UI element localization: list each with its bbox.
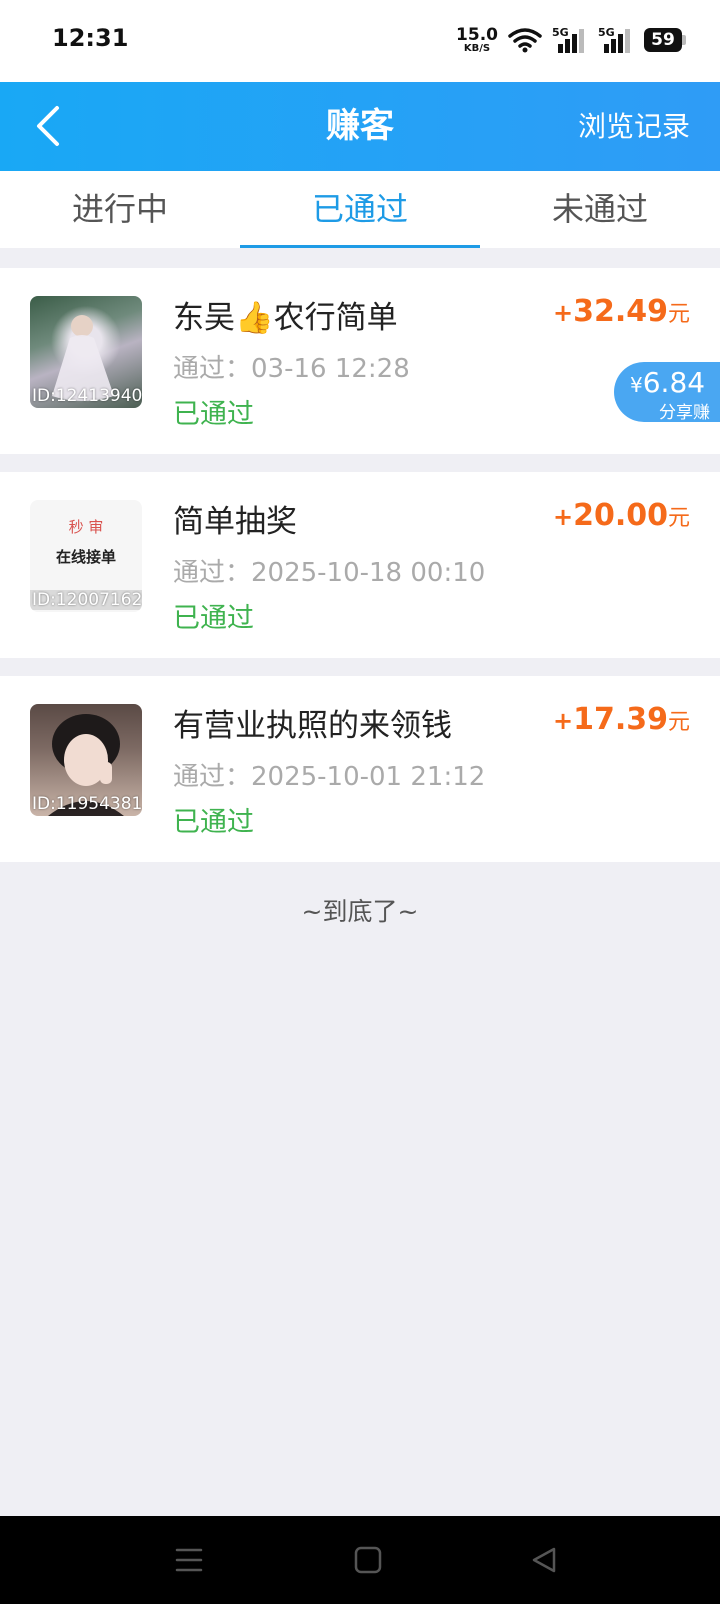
task-thumbnail: ID:12413940 xyxy=(30,296,142,408)
back-button[interactable] xyxy=(22,100,74,152)
share-label: 分享赚 xyxy=(659,403,710,423)
signal-5g-label-2: 5G xyxy=(598,26,615,39)
task-title: 有营业执照的来领钱 xyxy=(173,708,452,744)
task-title: 东吴👍农行简单 xyxy=(173,300,398,336)
reward-amount: 32.49 xyxy=(573,294,668,329)
reward-sign: + xyxy=(552,503,574,531)
task-status: 已通过 xyxy=(173,603,254,634)
home-square-icon xyxy=(354,1546,382,1574)
menu-icon xyxy=(175,1548,203,1572)
status-tabs: 进行中 已通过 未通过 xyxy=(0,171,720,248)
share-value: 6.84 xyxy=(642,366,706,399)
browse-history-button[interactable]: 浏览记录 xyxy=(578,82,690,171)
signal-icon: 5G xyxy=(598,26,630,53)
status-time: 12:31 xyxy=(52,24,129,52)
wifi-icon xyxy=(508,28,542,53)
task-status: 已通过 xyxy=(173,399,254,430)
reward-sign: + xyxy=(552,707,574,735)
tab-in-progress[interactable]: 进行中 xyxy=(0,171,240,248)
task-thumbnail: ID:11954381 xyxy=(30,704,142,816)
task-reward: +32.49元 xyxy=(553,294,690,329)
signal-5g-label-1: 5G xyxy=(552,26,569,39)
nav-home-button[interactable] xyxy=(344,1536,392,1584)
task-reward: +17.39元 xyxy=(553,702,690,737)
thumb-text-top: 秒 审 xyxy=(68,518,104,536)
chevron-left-icon xyxy=(37,106,59,146)
reward-amount: 17.39 xyxy=(573,702,668,737)
task-id: ID:12413940 xyxy=(32,386,142,406)
task-thumbnail: 秒 审 在线接单 ID:12007162 xyxy=(30,500,142,612)
tab-rejected[interactable]: 未通过 xyxy=(480,171,720,248)
task-id: ID:11954381 xyxy=(32,794,142,814)
task-status: 已通过 xyxy=(173,807,254,838)
system-nav-bar xyxy=(0,1516,720,1604)
task-title: 简单抽奖 xyxy=(173,504,297,540)
network-speed-value: 15.0 xyxy=(456,24,498,45)
signal-icon: 5G xyxy=(552,26,584,53)
nav-back-button[interactable] xyxy=(520,1536,568,1584)
reward-unit: 元 xyxy=(667,710,690,735)
status-bar: 12:31 15.0 KB/S 5G 5G 59 xyxy=(0,0,720,82)
network-speed: 15.0 KB/S xyxy=(456,24,498,54)
thumb-text-main: 在线接单 xyxy=(55,548,116,566)
reward-amount: 20.00 xyxy=(573,498,668,533)
status-icons: 15.0 KB/S 5G 5G 59 xyxy=(456,22,686,58)
task-id: ID:12007162 xyxy=(30,590,142,610)
list-item[interactable]: ID:11954381 有营业执照的来领钱 通过：2025-10-01 21:1… xyxy=(0,676,720,862)
battery-icon: 59 xyxy=(644,28,686,52)
list-item[interactable]: 秒 审 在线接单 ID:12007162 简单抽奖 通过：2025-10-18 … xyxy=(0,472,720,658)
tab-passed[interactable]: 已通过 xyxy=(240,171,480,248)
network-speed-unit: KB/S xyxy=(463,42,491,54)
task-pass-time: 通过：2025-10-01 21:12 xyxy=(173,762,486,792)
list-item[interactable]: ID:12413940 东吴👍农行简单 通过：03-16 12:28 已通过 +… xyxy=(0,268,720,454)
task-reward: +20.00元 xyxy=(553,498,690,533)
reward-unit: 元 xyxy=(667,302,690,327)
reward-sign: + xyxy=(552,299,574,327)
battery-level: 59 xyxy=(644,28,682,52)
app-header: 赚客 浏览记录 xyxy=(0,82,720,171)
reward-unit: 元 xyxy=(667,506,690,531)
task-pass-time: 通过：2025-10-18 00:10 xyxy=(173,558,486,588)
share-amount: ¥6.84 xyxy=(630,366,705,399)
back-triangle-icon xyxy=(532,1547,556,1573)
task-pass-time: 通过：03-16 12:28 xyxy=(173,354,410,384)
share-currency: ¥ xyxy=(630,373,643,397)
end-of-list-text: ~到底了~ xyxy=(301,897,419,926)
nav-menu-button[interactable] xyxy=(165,1536,213,1584)
share-earn-badge[interactable]: ¥6.84 分享赚 xyxy=(614,362,720,423)
